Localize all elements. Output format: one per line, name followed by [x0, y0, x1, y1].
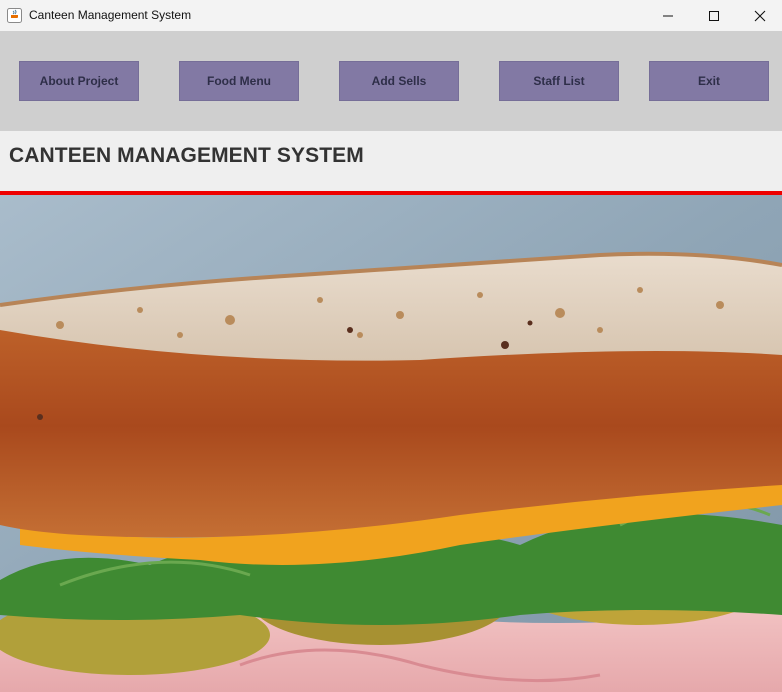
minimize-button[interactable] — [645, 0, 691, 31]
java-app-icon — [7, 8, 22, 23]
sandwich-photo — [0, 195, 782, 692]
minimize-icon — [663, 15, 673, 16]
about-project-button[interactable]: About Project — [19, 61, 139, 101]
page-title: CANTEEN MANAGEMENT SYSTEM — [9, 144, 364, 167]
header: CANTEEN MANAGEMENT SYSTEM — [0, 131, 782, 191]
close-icon — [754, 10, 766, 21]
maximize-button[interactable] — [691, 0, 737, 31]
maximize-icon — [709, 10, 719, 21]
title-bar: Canteen Management System — [0, 0, 782, 32]
add-sells-button[interactable]: Add Sells — [339, 61, 459, 101]
close-button[interactable] — [737, 0, 782, 31]
toolbar: About Project Food Menu Add Sells Staff … — [0, 31, 782, 131]
exit-button[interactable]: Exit — [649, 61, 769, 101]
staff-list-button[interactable]: Staff List — [499, 61, 619, 101]
window-title: Canteen Management System — [29, 8, 192, 22]
sandwich-illustration — [0, 195, 782, 692]
food-menu-button[interactable]: Food Menu — [179, 61, 299, 101]
